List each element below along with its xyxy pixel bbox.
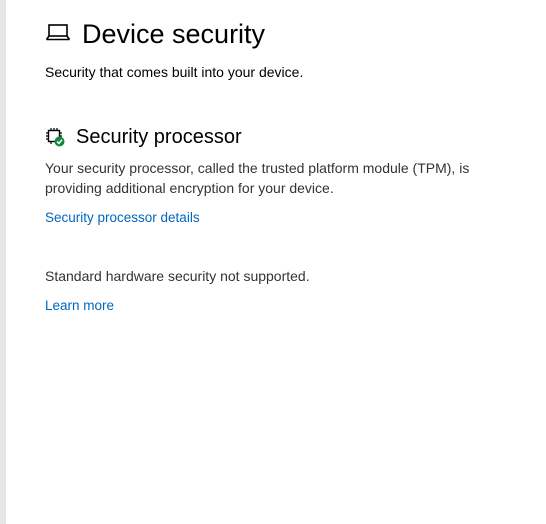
security-processor-section: Security processor Your security process… xyxy=(45,124,525,198)
chip-with-checkmark-icon xyxy=(45,127,65,147)
page-subtitle: Security that comes built into your devi… xyxy=(45,64,304,80)
security-processor-description: Your security processor, called the trus… xyxy=(45,160,470,196)
security-processor-details-link[interactable]: Security processor details xyxy=(45,210,200,225)
hardware-security-status: Standard hardware security not supported… xyxy=(45,268,310,284)
page-title: Device security xyxy=(82,18,266,49)
laptop-icon xyxy=(45,23,71,43)
learn-more-link[interactable]: Learn more xyxy=(45,298,114,313)
security-processor-header: Security processor xyxy=(45,124,525,150)
page-header: Device security xyxy=(45,14,265,54)
window-left-edge xyxy=(0,0,6,524)
security-processor-title: Security processor xyxy=(76,125,242,148)
